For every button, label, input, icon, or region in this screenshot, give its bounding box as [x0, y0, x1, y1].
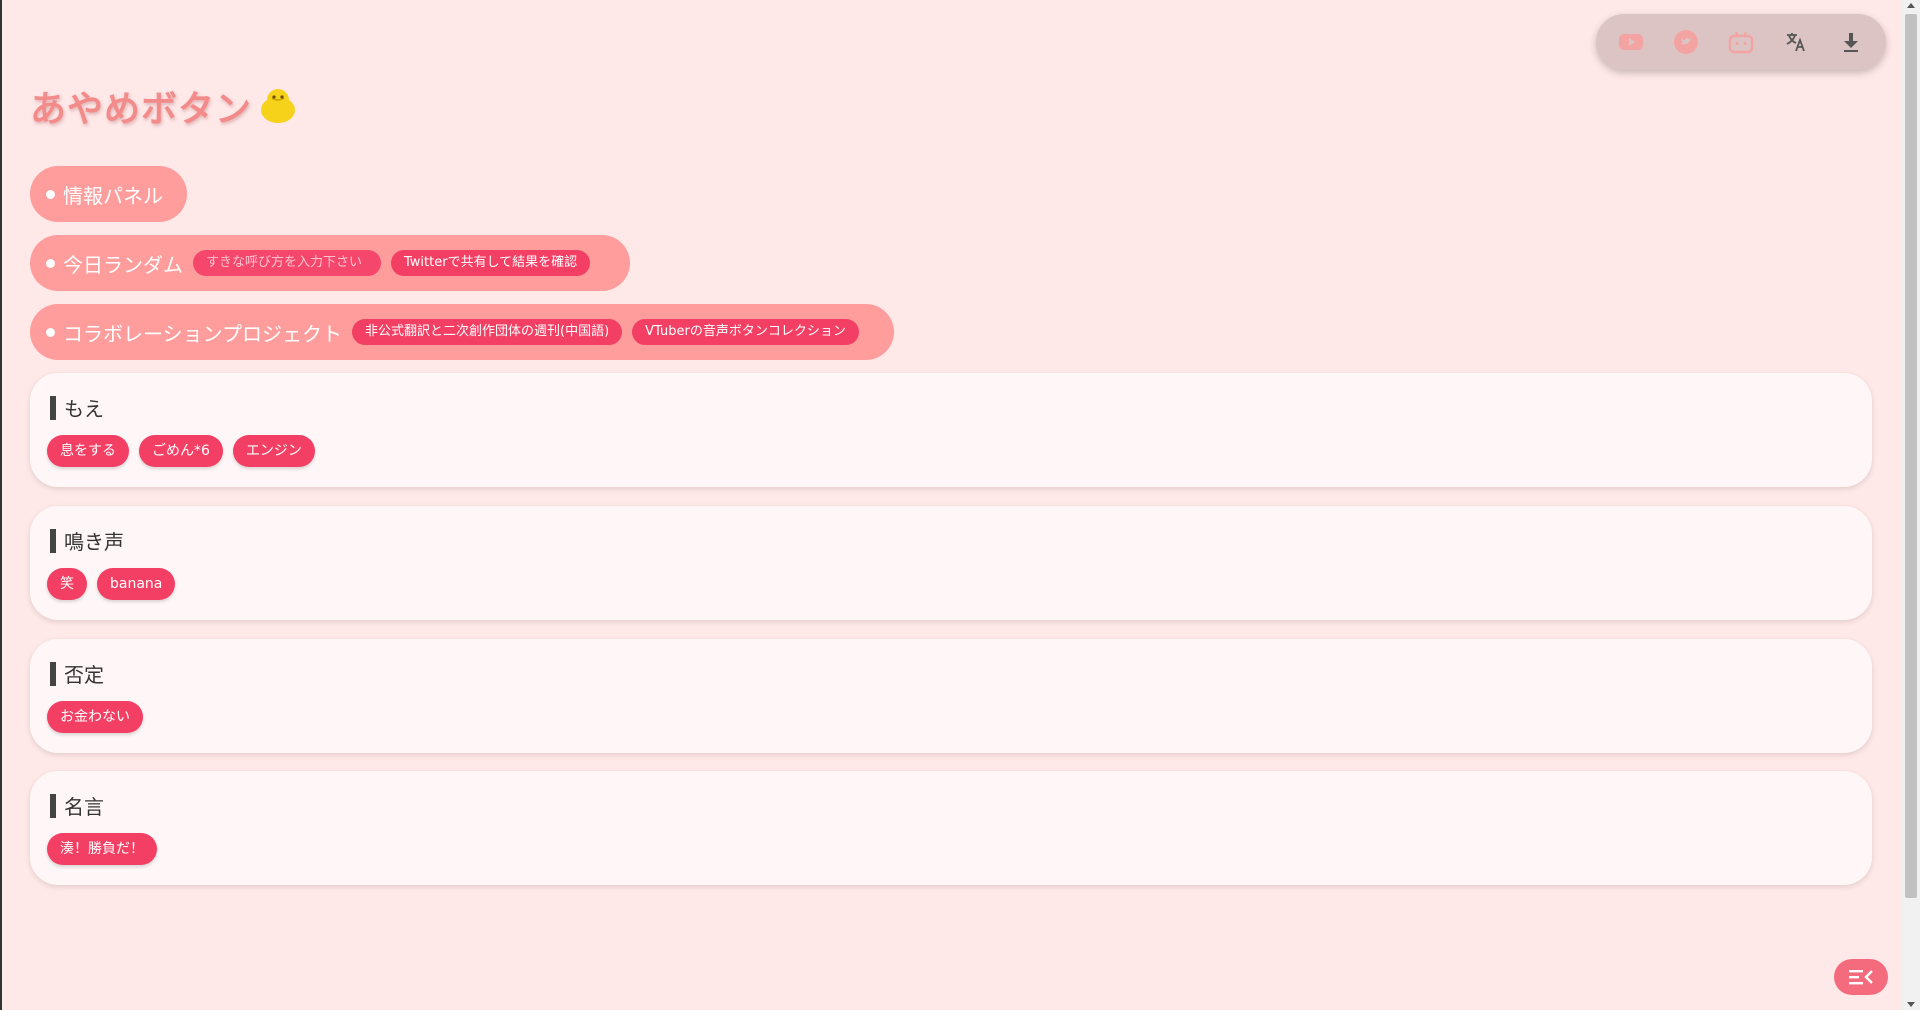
category-heading: 鳴き声 [50, 526, 124, 555]
download-icon [1843, 33, 1858, 52]
collab-link-vtuber[interactable]: VTuberの音声ボタンコレクション [632, 319, 859, 345]
collab-row: コラボレーションプロジェクト 非公式翻訳と二次創作団体の週刊(中国語) VTub… [30, 304, 894, 360]
page: あやめボタン 情報パネル 今日ランダム Twitterで共有して結果を確認 コラ… [0, 0, 1920, 1010]
category-heading: もえ [50, 393, 104, 422]
vertical-scrollbar[interactable] [1902, 0, 1920, 1010]
category-title: もえ [64, 397, 104, 421]
daily-random-row: 今日ランダム Twitterで共有して結果を確認 [30, 235, 630, 291]
collab-label-wrap[interactable]: コラボレーションプロジェクト [46, 318, 342, 347]
category-title: 名言 [64, 795, 104, 819]
download-button[interactable] [1829, 20, 1873, 64]
category-title: 否定 [64, 663, 104, 687]
category-card: もえ 息をする ごめん*6 エンジン [30, 373, 1872, 487]
sound-button-list: お金わない [47, 701, 153, 733]
bullet-icon [46, 189, 55, 199]
collab-label: コラボレーションプロジェクト [63, 321, 342, 346]
daily-random-label-wrap[interactable]: 今日ランダム [46, 249, 183, 278]
scroll-thumb[interactable] [1905, 14, 1917, 898]
nickname-input[interactable] [193, 250, 381, 276]
menu-collapse-icon [1849, 970, 1873, 985]
sound-button-list: 湊！勝負だ！ [47, 833, 167, 865]
sound-button-list: 笑 banana [47, 568, 185, 600]
heading-bar [50, 395, 56, 420]
twitter-share-button[interactable]: Twitterで共有して結果を確認 [391, 250, 591, 276]
heading-bar [50, 528, 56, 553]
top-toolbar [1596, 14, 1886, 70]
scroll-up-arrow-icon[interactable] [1907, 3, 1915, 8]
sound-button[interactable]: 湊！勝負だ！ [47, 833, 157, 865]
sound-button[interactable]: ごめん*6 [139, 435, 223, 467]
translate-icon [1786, 33, 1805, 52]
duck-logo-icon [261, 89, 296, 123]
bullet-icon [46, 258, 55, 268]
bilibili-icon [1728, 31, 1754, 54]
daily-random-label: 今日ランダム [63, 252, 183, 277]
sound-button[interactable]: お金わない [47, 701, 143, 733]
site-title: あやめボタン [30, 80, 300, 132]
info-panel-label-wrap: 情報パネル [46, 180, 163, 209]
youtube-icon [1619, 34, 1644, 50]
category-heading: 名言 [50, 791, 104, 820]
bilibili-button[interactable] [1719, 20, 1763, 64]
window-edge [0, 0, 2, 1010]
sound-button[interactable]: エンジン [232, 435, 315, 467]
heading-bar [50, 793, 56, 818]
youtube-button[interactable] [1609, 20, 1653, 64]
bullet-icon [46, 327, 55, 337]
twitter-icon [1674, 30, 1699, 54]
site-title-text: あやめボタン [30, 89, 253, 130]
menu-fab-button[interactable] [1834, 959, 1888, 995]
category-card: 否定 お金わない [30, 639, 1872, 753]
info-panel-label: 情報パネル [63, 183, 163, 208]
sound-button[interactable]: banana [97, 568, 176, 600]
collab-link-weekly[interactable]: 非公式翻訳と二次創作団体の週刊(中国語) [352, 319, 623, 345]
sound-button[interactable]: 笑 [47, 568, 87, 600]
sound-button[interactable]: 息をする [47, 435, 129, 467]
heading-bar [50, 661, 56, 686]
sound-button-list: 息をする ごめん*6 エンジン [47, 435, 325, 467]
twitter-button[interactable] [1664, 20, 1708, 64]
category-title: 鳴き声 [64, 530, 124, 554]
category-card: 名言 湊！勝負だ！ [30, 771, 1872, 885]
category-card: 鳴き声 笑 banana [30, 506, 1872, 620]
language-button[interactable] [1774, 20, 1818, 64]
scroll-down-arrow-icon[interactable] [1907, 1002, 1915, 1007]
category-heading: 否定 [50, 659, 104, 688]
info-panel-toggle[interactable]: 情報パネル [30, 166, 187, 222]
